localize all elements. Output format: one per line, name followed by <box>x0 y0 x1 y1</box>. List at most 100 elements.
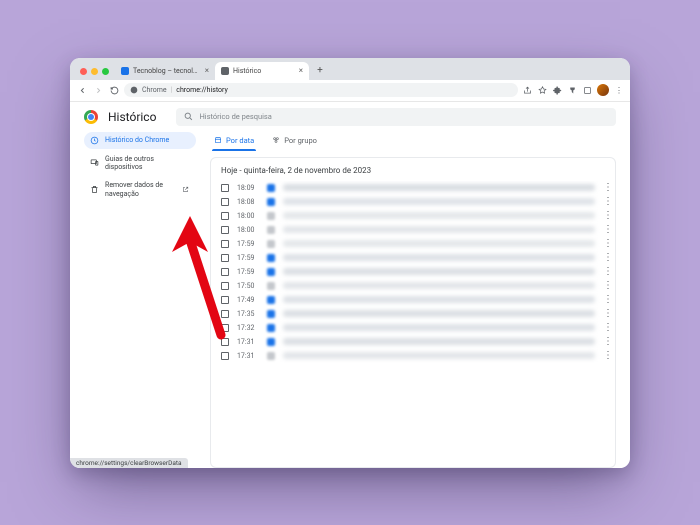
row-checkbox[interactable] <box>221 324 229 332</box>
profile-avatar[interactable] <box>597 84 609 96</box>
tab-label: Por data <box>226 136 254 145</box>
row-favicon-icon <box>267 324 275 332</box>
row-checkbox[interactable] <box>221 282 229 290</box>
row-checkbox[interactable] <box>221 338 229 346</box>
row-checkbox[interactable] <box>221 226 229 234</box>
row-checkbox[interactable] <box>221 198 229 206</box>
close-window-icon[interactable] <box>80 68 87 75</box>
close-tab-icon[interactable]: × <box>299 66 303 75</box>
maximize-window-icon[interactable] <box>102 68 109 75</box>
row-menu-icon[interactable]: ⋮ <box>603 242 607 246</box>
browser-tabs: Tecnoblog – tecnologia que i × Histórico… <box>115 62 624 80</box>
row-checkbox[interactable] <box>221 254 229 262</box>
row-menu-icon[interactable]: ⋮ <box>603 214 607 218</box>
row-favicon-icon <box>267 198 275 206</box>
history-row[interactable]: 17:49⋮ <box>211 293 615 307</box>
close-tab-icon[interactable]: × <box>205 66 209 75</box>
toolbar-icons: ⋮ <box>522 84 624 96</box>
sidebar-item-label: Guias de outros dispositivos <box>105 155 190 172</box>
reload-icon[interactable] <box>108 84 120 96</box>
row-title-blurred <box>283 254 595 261</box>
row-title-blurred <box>283 310 595 317</box>
row-title-blurred <box>283 184 595 191</box>
row-menu-icon[interactable]: ⋮ <box>603 340 607 344</box>
bookmark-icon[interactable] <box>537 85 547 95</box>
row-favicon-icon <box>267 254 275 262</box>
row-favicon-icon <box>267 226 275 234</box>
search-icon <box>184 112 193 121</box>
row-title-blurred <box>283 240 595 247</box>
row-menu-icon[interactable]: ⋮ <box>603 312 607 316</box>
url-input[interactable]: Chrome | chrome://history <box>124 83 518 97</box>
forward-icon[interactable] <box>92 84 104 96</box>
tab-by-group[interactable]: Por grupo <box>270 132 319 151</box>
address-bar: Chrome | chrome://history ⋮ <box>70 80 630 102</box>
date-heading: Hoje - quinta-feira, 2 de novembro de 20… <box>211 158 615 181</box>
row-menu-icon[interactable]: ⋮ <box>603 186 607 190</box>
row-menu-icon[interactable]: ⋮ <box>603 298 607 302</box>
chrome-scheme-icon <box>130 86 138 94</box>
clock-icon <box>90 136 99 145</box>
history-list: Hoje - quinta-feira, 2 de novembro de 20… <box>210 157 616 468</box>
history-row[interactable]: 18:00⋮ <box>211 223 615 237</box>
row-checkbox[interactable] <box>221 184 229 192</box>
history-row[interactable]: 17:59 ⋮ <box>211 237 615 251</box>
row-menu-icon[interactable]: ⋮ <box>603 354 607 358</box>
tab-by-date[interactable]: Por data <box>212 132 256 151</box>
row-checkbox[interactable] <box>221 310 229 318</box>
browser-tab-history[interactable]: Histórico × <box>215 62 309 80</box>
history-row[interactable]: 17:59⋮ <box>211 251 615 265</box>
tab-label: Por grupo <box>284 136 317 145</box>
history-row[interactable]: 17:59⋮ <box>211 265 615 279</box>
row-menu-icon[interactable]: ⋮ <box>603 200 607 204</box>
row-time: 17:31 <box>237 338 259 346</box>
row-title-blurred <box>283 296 595 303</box>
row-title-blurred <box>283 268 595 275</box>
row-menu-icon[interactable]: ⋮ <box>603 228 607 232</box>
share-icon[interactable] <box>522 85 532 95</box>
calendar-icon <box>214 136 222 144</box>
back-icon[interactable] <box>76 84 88 96</box>
browser-tab-tecnoblog[interactable]: Tecnoblog – tecnologia que i × <box>115 62 215 80</box>
window-controls[interactable] <box>80 68 109 75</box>
sidebar-item-chrome-history[interactable]: Histórico do Chrome <box>84 132 196 149</box>
row-menu-icon[interactable]: ⋮ <box>603 256 607 260</box>
search-input[interactable]: Histórico de pesquisa <box>176 108 616 126</box>
history-row[interactable]: 18:00⋮ <box>211 209 615 223</box>
row-menu-icon[interactable]: ⋮ <box>603 270 607 274</box>
row-checkbox[interactable] <box>221 240 229 248</box>
row-checkbox[interactable] <box>221 212 229 220</box>
history-row[interactable]: 17:31 ⋮ <box>211 335 615 349</box>
history-row[interactable]: 17:50⋮ <box>211 279 615 293</box>
history-row[interactable]: 17:31⋮ <box>211 349 615 363</box>
row-time: 18:08 <box>237 198 259 206</box>
row-title-blurred <box>283 226 595 233</box>
history-row[interactable]: 18:08 ⋮ <box>211 195 615 209</box>
sidebar-item-clear-data[interactable]: Remover dados de navegação <box>84 177 196 202</box>
devices-icon <box>90 158 99 167</box>
row-title-blurred <box>283 324 595 331</box>
extensions-icon[interactable] <box>552 85 562 95</box>
minimize-window-icon[interactable] <box>91 68 98 75</box>
extension-pin-icon[interactable] <box>567 85 577 95</box>
new-tab-button[interactable]: + <box>313 64 327 78</box>
row-menu-icon[interactable]: ⋮ <box>603 326 607 330</box>
page-title: Histórico <box>108 110 156 124</box>
history-row[interactable]: 17:35⋮ <box>211 307 615 321</box>
search-placeholder: Histórico de pesquisa <box>199 112 271 121</box>
row-checkbox[interactable] <box>221 352 229 360</box>
row-favicon-icon <box>267 352 275 360</box>
reading-list-icon[interactable] <box>582 85 592 95</box>
row-checkbox[interactable] <box>221 268 229 276</box>
menu-icon[interactable]: ⋮ <box>614 85 624 95</box>
row-favicon-icon <box>267 310 275 318</box>
trash-icon <box>90 185 99 194</box>
row-menu-icon[interactable]: ⋮ <box>603 284 607 288</box>
row-checkbox[interactable] <box>221 296 229 304</box>
row-time: 17:59 <box>237 240 259 248</box>
history-row[interactable]: 18:09⋮ <box>211 181 615 195</box>
tab-label: Tecnoblog – tecnologia que i <box>133 67 201 75</box>
sidebar-item-other-devices[interactable]: Guias de outros dispositivos <box>84 151 196 176</box>
history-row[interactable]: 17:32⋮ <box>211 321 615 335</box>
sidebar-item-label: Remover dados de navegação <box>105 181 176 198</box>
